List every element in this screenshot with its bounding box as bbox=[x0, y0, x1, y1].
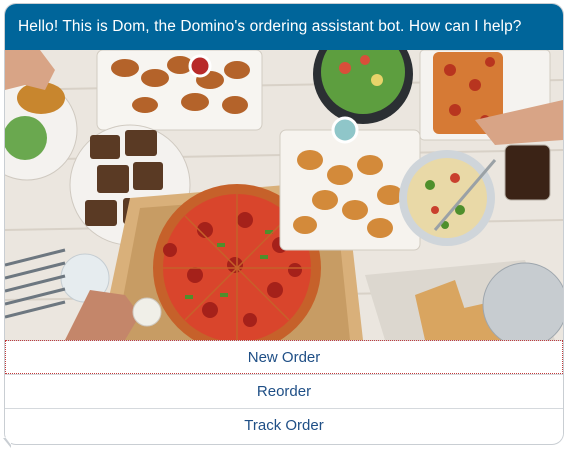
track-order-label: Track Order bbox=[244, 417, 324, 434]
speech-bubble-tail bbox=[3, 437, 11, 448]
new-order-label: New Order bbox=[247, 349, 321, 366]
chat-message-card: Hello! This is Dom, the Domino's orderin… bbox=[4, 3, 564, 445]
reorder-label: Reorder bbox=[256, 383, 312, 400]
new-order-button[interactable]: New Order bbox=[5, 340, 563, 374]
reorder-button[interactable]: Reorder bbox=[5, 374, 563, 408]
track-order-button[interactable]: Track Order bbox=[5, 408, 563, 442]
bot-greeting: Hello! This is Dom, the Domino's orderin… bbox=[5, 4, 563, 50]
food-spread-image bbox=[5, 50, 563, 340]
